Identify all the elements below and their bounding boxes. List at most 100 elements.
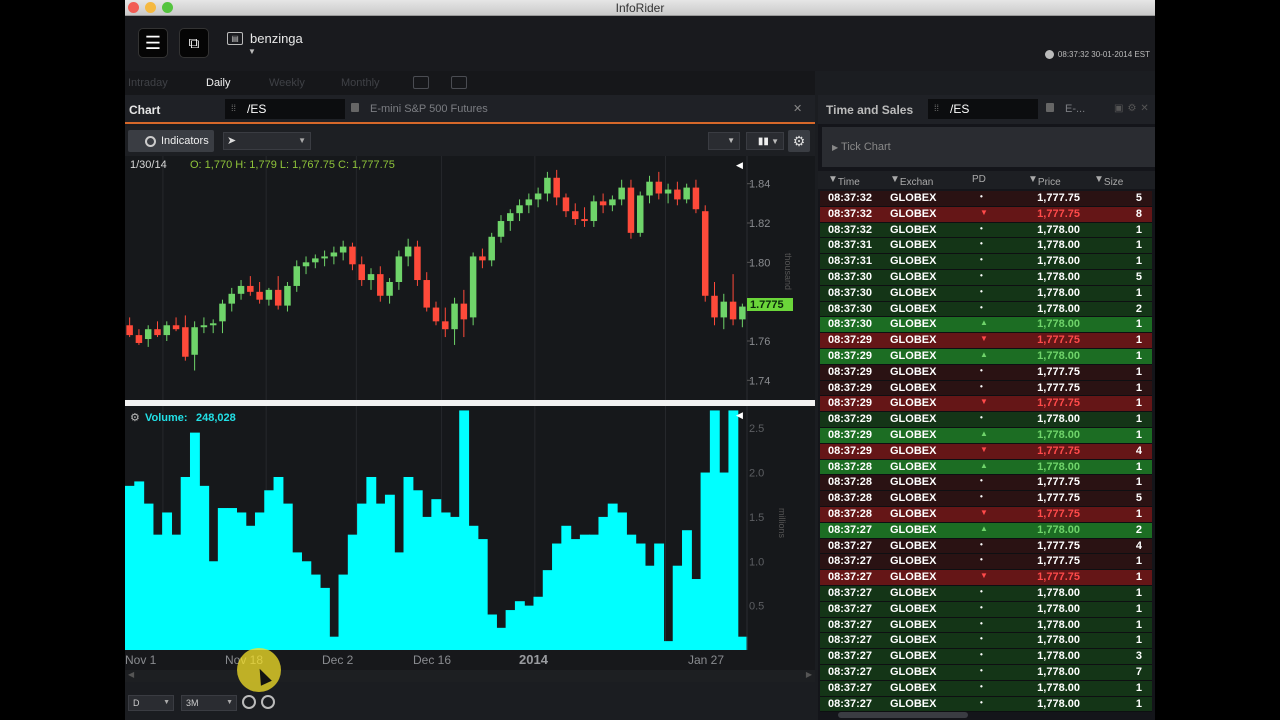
tab-daily[interactable]: Daily <box>206 77 230 89</box>
pane-divider[interactable] <box>125 400 815 406</box>
close-icon[interactable]: ✕ <box>793 102 802 115</box>
candle-body <box>590 201 598 222</box>
new-window-button[interactable]: ⧉ <box>179 28 209 58</box>
table-row[interactable]: 08:37:27 GLOBEX • 1,778.00 1 <box>820 633 1152 650</box>
column-header-time[interactable]: ▼ Time <box>828 174 860 188</box>
lock-icon[interactable] <box>1046 103 1054 112</box>
scroll-left-icon[interactable]: ◀ <box>128 670 134 679</box>
trade-size: 1 <box>1135 507 1142 520</box>
lock-icon[interactable] <box>351 103 359 112</box>
table-row[interactable]: 08:37:29 GLOBEX ▲ 1,778.00 1 <box>820 427 1152 444</box>
trade-exchange: GLOBEX <box>890 428 937 441</box>
table-row[interactable]: 08:37:27 GLOBEX • 1,778.00 1 <box>820 696 1152 713</box>
table-row[interactable]: 08:37:29 GLOBEX ▲ 1,778.00 1 <box>820 348 1152 365</box>
table-row[interactable]: 08:37:27 GLOBEX • 1,778.00 1 <box>820 680 1152 697</box>
table-row[interactable]: 08:37:29 GLOBEX • 1,778.00 1 <box>820 412 1152 428</box>
volume-bar <box>709 410 720 650</box>
column-header-exchange[interactable]: ▼ Exchan <box>890 174 933 188</box>
price-direction: ▲ <box>980 428 988 438</box>
table-row[interactable]: 08:37:29 GLOBEX • 1,777.75 1 <box>820 364 1152 381</box>
tab-intraday[interactable]: Intraday <box>128 77 168 89</box>
panel-controls-icon[interactable]: ▣⚙✕ <box>1114 103 1153 114</box>
candle-body <box>154 329 161 336</box>
drawing-select[interactable]: ▼ <box>708 132 740 150</box>
tab-monthly[interactable]: Monthly <box>341 77 380 89</box>
chart-panel-title: Chart <box>129 103 161 117</box>
table-row[interactable]: 08:37:30 GLOBEX • 1,778.00 5 <box>820 269 1152 286</box>
table-row[interactable]: 08:37:32 GLOBEX • 1,778.00 1 <box>820 222 1152 239</box>
table-row[interactable]: 08:37:28 GLOBEX ▼ 1,777.75 1 <box>820 506 1152 523</box>
candle-body <box>386 282 393 296</box>
table-row[interactable]: 08:37:29 GLOBEX ▼ 1,777.75 1 <box>820 333 1152 349</box>
indicators-button[interactable]: Indicators <box>128 130 214 152</box>
trade-exchange: GLOBEX <box>890 634 937 647</box>
ts-symbol-input[interactable]: ⁞⁞ /ES <box>928 99 1038 119</box>
table-row[interactable]: 08:37:28 GLOBEX ▲ 1,778.00 1 <box>820 459 1152 476</box>
tab-weekly[interactable]: Weekly <box>269 77 305 89</box>
table-row[interactable]: 08:37:28 GLOBEX • 1,777.75 5 <box>820 491 1152 507</box>
chevron-down-icon: ▼ <box>248 47 256 56</box>
x-label: Nov 1 <box>125 653 157 667</box>
table-row[interactable]: 08:37:31 GLOBEX • 1,778.00 1 <box>820 238 1152 255</box>
column-header-size[interactable]: ▼ Size <box>1094 174 1123 188</box>
symbol-input[interactable]: ⁞⁞ /ES <box>225 99 345 119</box>
candle-body <box>321 256 328 259</box>
price-chart[interactable]: 1/30/14 O: 1,770 H: 1,779 L: 1,767.75 C:… <box>125 156 815 650</box>
volume-gear-icon[interactable]: ⚙ <box>130 412 140 424</box>
trade-price: 1,777.75 <box>1037 539 1080 552</box>
table-row[interactable]: 08:37:27 GLOBEX • 1,778.00 3 <box>820 649 1152 665</box>
volume-bar <box>394 552 405 650</box>
table-row[interactable]: 08:37:30 GLOBEX • 1,778.00 2 <box>820 301 1152 318</box>
table-row[interactable]: 08:37:32 GLOBEX • 1,777.75 5 <box>820 191 1152 207</box>
table-row[interactable]: 08:37:27 GLOBEX ▼ 1,777.75 1 <box>820 570 1152 586</box>
table-row[interactable]: 08:37:28 GLOBEX • 1,777.75 1 <box>820 475 1152 492</box>
table-row[interactable]: 08:37:27 GLOBEX • 1,778.00 1 <box>820 585 1152 602</box>
ts-scrollbar[interactable] <box>828 712 1155 718</box>
table-row[interactable]: 08:37:30 GLOBEX ▲ 1,778.00 1 <box>820 317 1152 334</box>
menu-button[interactable]: ☰ <box>138 28 168 58</box>
candle-body <box>599 201 607 206</box>
period-select-value: D <box>133 698 140 708</box>
table-row[interactable]: 08:37:27 GLOBEX • 1,777.75 4 <box>820 538 1152 555</box>
zoom-out-icon[interactable] <box>261 695 275 709</box>
table-row[interactable]: 08:37:29 GLOBEX • 1,777.75 1 <box>820 380 1152 397</box>
table-row[interactable]: 08:37:27 GLOBEX • 1,778.00 1 <box>820 617 1152 634</box>
volume-bar <box>422 516 432 650</box>
table-row[interactable]: 08:37:27 GLOBEX ▲ 1,778.00 2 <box>820 522 1152 539</box>
zoom-in-icon[interactable] <box>242 695 256 709</box>
trade-time: 08:37:30 <box>828 286 873 299</box>
benzinga-widget[interactable]: ▤ benzinga ▼ <box>227 31 303 56</box>
indicators-icon <box>145 135 156 147</box>
period-select[interactable]: D ▼ <box>128 695 174 711</box>
candle-body <box>284 285 291 306</box>
candle-body <box>451 303 458 330</box>
table-row[interactable]: 08:37:32 GLOBEX ▼ 1,777.75 8 <box>820 206 1152 223</box>
table-row[interactable]: 08:37:27 GLOBEX • 1,778.00 7 <box>820 664 1152 681</box>
ts-scroll-thumb[interactable] <box>838 712 968 718</box>
collapse-arrow-icon[interactable]: ◀ <box>736 160 743 170</box>
column-header-price[interactable]: ▼ Price <box>1028 174 1061 188</box>
scroll-right-icon[interactable]: ▶ <box>806 670 812 679</box>
gear-icon: ⚙ <box>792 133 806 149</box>
tick-chart-toggle[interactable]: ▶ Tick Chart <box>822 127 1155 167</box>
column-header-pd[interactable]: PD <box>972 174 986 185</box>
table-row[interactable]: 08:37:27 GLOBEX • 1,778.00 1 <box>820 601 1152 618</box>
table-row[interactable]: 08:37:31 GLOBEX • 1,778.00 1 <box>820 254 1152 270</box>
chart-settings-button[interactable]: ⚙ <box>788 130 810 152</box>
price-direction: • <box>980 286 983 296</box>
print-icon[interactable] <box>451 76 467 89</box>
table-row[interactable]: 08:37:29 GLOBEX ▼ 1,777.75 4 <box>820 443 1152 460</box>
trade-size: 2 <box>1135 302 1142 315</box>
cursor-select[interactable]: ➤ ▼ <box>223 132 311 150</box>
chart-scrollbar[interactable]: ◀ ▶ <box>125 670 815 682</box>
volume-tick-label: 1.5 <box>749 512 764 524</box>
range-select[interactable]: 3M ▼ <box>181 695 237 711</box>
table-row[interactable]: 08:37:29 GLOBEX ▼ 1,777.75 1 <box>820 396 1152 413</box>
table-row[interactable]: 08:37:27 GLOBEX • 1,777.75 1 <box>820 554 1152 571</box>
time-sales-title: Time and Sales <box>826 103 914 117</box>
table-row[interactable]: 08:37:30 GLOBEX • 1,778.00 1 <box>820 285 1152 302</box>
volume-collapse-icon[interactable]: ◀ <box>736 410 743 420</box>
trade-size: 3 <box>1135 650 1142 663</box>
layout-icon[interactable] <box>413 76 429 89</box>
chart-type-select[interactable]: ▮▮ ▼ <box>746 132 784 150</box>
